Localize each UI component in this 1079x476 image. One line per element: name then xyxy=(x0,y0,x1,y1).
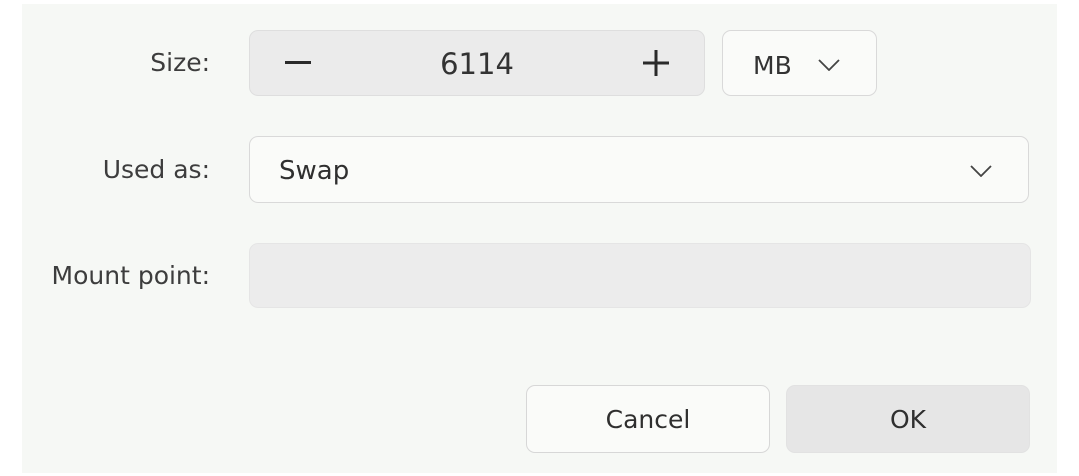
used-as-dropdown[interactable]: Swap xyxy=(249,136,1029,203)
mount-point-label: Mount point: xyxy=(51,261,210,290)
size-unit-dropdown[interactable]: MB xyxy=(722,30,877,96)
ok-button[interactable]: OK xyxy=(786,385,1030,453)
size-label: Size: xyxy=(150,48,210,77)
used-as-label: Used as: xyxy=(102,155,210,184)
chevron-down-icon xyxy=(970,165,992,177)
size-value-input[interactable] xyxy=(340,31,614,97)
plus-icon xyxy=(643,50,669,76)
size-spinbutton xyxy=(249,30,705,97)
label-column: Size: Used as: Mount point: xyxy=(0,0,210,476)
mount-point-input[interactable] xyxy=(249,243,1031,308)
decrement-button[interactable] xyxy=(254,31,342,95)
size-unit-value: MB xyxy=(753,51,792,80)
minus-icon xyxy=(285,61,311,64)
cancel-button[interactable]: Cancel xyxy=(526,385,770,453)
used-as-value: Swap xyxy=(279,156,350,186)
chevron-down-icon xyxy=(818,59,840,71)
increment-button[interactable] xyxy=(612,31,700,95)
